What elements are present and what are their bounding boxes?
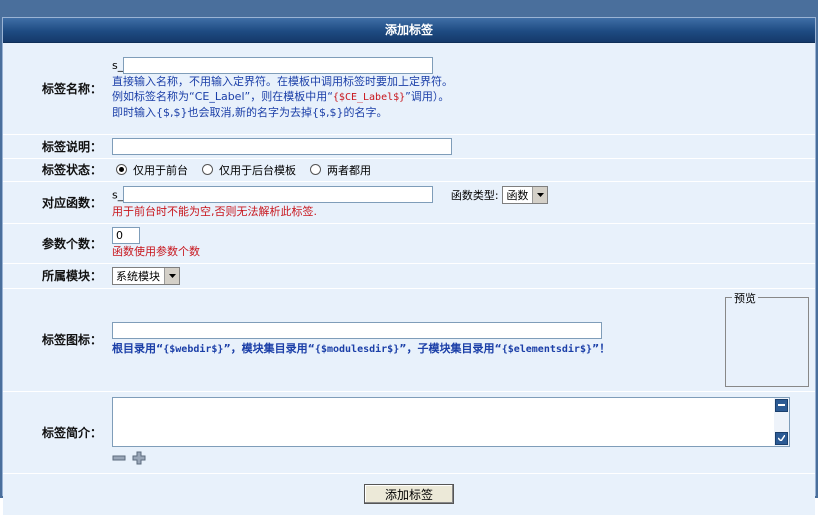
preview-legend: 预览 — [732, 289, 758, 306]
field-module: 系统模块 — [108, 263, 815, 289]
row-module: 所属模块： 系统模块 — [3, 263, 815, 289]
tag-icon-input[interactable] — [112, 322, 602, 339]
icon-code-elementsdir: {$elementsdir$} — [501, 344, 592, 355]
add-tag-button[interactable]: 添加标签 — [364, 484, 454, 504]
row-tag-desc: 标签说明： — [3, 134, 815, 159]
add-tag-form: 标签名称： s_ 直接输入名称，不用输入定界符。在模板中调用标签时要加上定界符。… — [3, 43, 815, 516]
field-param-count: 函数使用参数个数 — [108, 223, 815, 264]
tag-name-hint-1: 直接输入名称，不用输入定界符。在模板中调用标签时要加上定界符。 — [112, 74, 453, 88]
row-tag-icon: 标签图标： 根目录用“{$webdir$}”，模块集目录用“{$modulesd… — [3, 288, 815, 392]
tag-name-input[interactable] — [123, 56, 434, 74]
tag-desc-input[interactable] — [112, 137, 452, 155]
intro-resize-controls — [112, 451, 814, 468]
label-function: 对应函数： — [3, 181, 108, 224]
function-hint: 用于前台时不能为空,否则无法解析此标签. — [112, 204, 317, 218]
icon-code-modulesdir: {$modulesdir$} — [314, 344, 400, 355]
window-frame: 添加标签 标签名称： s_ 直接输入名称，不用输入定界符。在模板中调用标签时要加… — [0, 0, 818, 516]
status-option-frontend: 仅用于前台 — [133, 163, 188, 177]
row-function: 对应函数： s_ 函数类型: 函数 用于前台时不能为空,否则无法解析此标签. — [3, 181, 815, 224]
minus-icon[interactable] — [112, 452, 126, 466]
icon-preview-box: 预览 — [725, 289, 809, 387]
label-tag-icon: 标签图标： — [3, 288, 108, 392]
tag-name-prefix: s_ — [112, 58, 124, 72]
icon-hint-d: ”！ — [592, 342, 611, 355]
scroll-down-icon[interactable] — [775, 431, 788, 445]
icon-hint-c: ”，子模块集目录用“ — [399, 342, 502, 355]
hint-2-pre: 例如标签名称为“CE_Label”，则在模板中用“ — [112, 89, 333, 103]
function-type-value: 函数 — [506, 188, 529, 202]
icon-code-webdir: {$webdir$} — [163, 344, 224, 355]
tag-name-hint-3: 即时输入{$,$}也会取消,新的名字为去掉{$,$}的名字。 — [112, 105, 388, 119]
icon-hint-b: ”，模块集目录用“ — [223, 342, 315, 355]
status-radio-both[interactable] — [310, 164, 321, 175]
status-radio-frontend[interactable] — [116, 164, 127, 175]
row-submit: 添加标签 — [3, 473, 815, 516]
plus-icon[interactable] — [132, 451, 146, 468]
field-tag-icon: 根目录用“{$webdir$}”，模块集目录用“{$modulesdir$}”，… — [108, 288, 815, 392]
param-count-input[interactable] — [112, 227, 140, 244]
submit-cell: 添加标签 — [3, 473, 815, 516]
label-tag-name: 标签名称： — [3, 43, 108, 135]
chevron-down-icon — [164, 267, 179, 284]
status-radio-backend[interactable] — [202, 164, 213, 175]
hint-2-post: ”调用）。 — [405, 89, 450, 103]
function-input[interactable] — [123, 186, 434, 203]
status-option-backend: 仅用于后台模板 — [219, 163, 296, 177]
field-function: s_ 函数类型: 函数 用于前台时不能为空,否则无法解析此标签. — [108, 181, 815, 224]
function-type-select[interactable]: 函数 — [502, 185, 549, 204]
field-tag-intro — [108, 391, 815, 474]
scroll-up-icon[interactable] — [775, 398, 788, 412]
module-value: 系统模块 — [116, 269, 160, 283]
label-tag-desc: 标签说明： — [3, 134, 108, 159]
row-param-count: 参数个数： 函数使用参数个数 — [3, 223, 815, 264]
icon-hint-a: 根目录用“ — [112, 342, 164, 355]
function-type-label: 函数类型: — [450, 188, 499, 202]
param-count-hint: 函数使用参数个数 — [112, 245, 200, 258]
function-prefix: s_ — [112, 188, 124, 201]
add-tag-panel: 添加标签 标签名称： s_ 直接输入名称，不用输入定界符。在模板中调用标签时要加… — [2, 17, 816, 516]
field-tag-name: s_ 直接输入名称，不用输入定界符。在模板中调用标签时要加上定界符。 例如标签名… — [108, 43, 815, 135]
status-radio-group: 仅用于前台 仅用于后台模板 两者都用 — [112, 162, 814, 178]
label-param-count: 参数个数： — [3, 223, 108, 264]
row-tag-status: 标签状态： 仅用于前台 仅用于后台模板 两者都用 — [3, 158, 815, 182]
tag-icon-hint: 根目录用“{$webdir$}”，模块集目录用“{$modulesdir$}”，… — [112, 341, 814, 357]
label-tag-intro: 标签简介： — [3, 391, 108, 474]
label-module: 所属模块： — [3, 263, 108, 289]
tag-name-hint-2: 例如标签名称为“CE_Label”，则在模板中用“{$CE_Label$}”调用… — [112, 89, 814, 105]
module-select[interactable]: 系统模块 — [112, 266, 180, 285]
hint-2-code: {$CE_Label$} — [332, 91, 406, 103]
field-tag-status: 仅用于前台 仅用于后台模板 两者都用 — [108, 158, 815, 182]
intro-scrollbar[interactable] — [774, 397, 789, 446]
label-tag-status: 标签状态： — [3, 158, 108, 182]
tag-intro-textarea[interactable] — [112, 396, 790, 447]
status-option-both: 两者都用 — [327, 163, 371, 177]
field-tag-desc — [108, 134, 815, 159]
row-tag-name: 标签名称： s_ 直接输入名称，不用输入定界符。在模板中调用标签时要加上定界符。… — [3, 43, 815, 135]
panel-title: 添加标签 — [3, 18, 815, 43]
chevron-down-icon — [532, 186, 548, 203]
row-tag-intro: 标签简介： — [3, 391, 815, 474]
